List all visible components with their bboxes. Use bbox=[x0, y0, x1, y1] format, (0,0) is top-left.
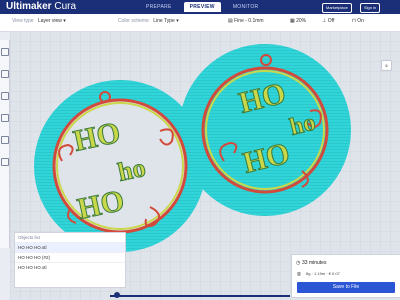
objects-list-panel: Objects list HO HO HO.stl HO HO HO (#2) … bbox=[14, 232, 126, 288]
job-summary-panel: ◷ 33 minutes ▥ 8g · 1.19m · € 0.07 Save … bbox=[291, 254, 400, 298]
view-type-selector[interactable]: View type Layer view ▾ bbox=[12, 18, 66, 24]
list-item[interactable]: HO HO HO.stl bbox=[15, 262, 125, 272]
left-ornament: HO ho HO bbox=[34, 80, 206, 252]
print-profile[interactable]: ▤ Fine - 0.1mm bbox=[228, 18, 264, 24]
list-item[interactable]: HO HO HO (#2) bbox=[15, 252, 125, 262]
layer-slider-top[interactable]: 6 bbox=[381, 60, 392, 71]
right-ornament-shell bbox=[179, 44, 351, 216]
color-scheme-selector[interactable]: Color scheme Line Type ▾ bbox=[118, 18, 179, 24]
objects-list-header[interactable]: Objects list bbox=[15, 233, 125, 242]
support-icon: ⊥ bbox=[322, 18, 327, 24]
adhesion-icon: ⊓ bbox=[352, 18, 356, 24]
support-blocker-icon[interactable] bbox=[0, 158, 9, 166]
simulation-slider-handle[interactable] bbox=[114, 292, 120, 298]
clock-icon: ◷ bbox=[296, 260, 301, 266]
print-time: 33 minutes bbox=[302, 260, 327, 266]
mirror-tool-icon[interactable] bbox=[0, 114, 9, 122]
tab-monitor[interactable]: MONITOR bbox=[227, 2, 265, 12]
signin-button[interactable]: Sign in bbox=[360, 3, 381, 13]
per-model-settings-icon[interactable] bbox=[0, 136, 9, 144]
move-tool-icon[interactable] bbox=[0, 48, 9, 56]
scale-tool-icon[interactable] bbox=[0, 70, 9, 78]
marketplace-button[interactable]: Marketplace bbox=[322, 3, 352, 13]
profile-icon: ▤ bbox=[228, 18, 233, 24]
right-ornament: HO ho HO bbox=[179, 44, 351, 216]
top-bar: Ultimaker Cura PREPARE PREVIEW MONITOR M… bbox=[0, 0, 400, 14]
stage-tabs: PREPARE PREVIEW MONITOR bbox=[140, 2, 264, 12]
rotate-tool-icon[interactable] bbox=[0, 92, 9, 100]
infill-setting[interactable]: ▦ 20% bbox=[290, 18, 306, 24]
material-icon: ▥ bbox=[297, 271, 301, 276]
adhesion-setting[interactable]: ⊓ On bbox=[352, 18, 364, 24]
app-brand: Ultimaker Cura bbox=[6, 1, 77, 12]
tab-preview[interactable]: PREVIEW bbox=[183, 2, 221, 12]
infill-icon: ▦ bbox=[290, 18, 295, 24]
material-estimate: 8g · 1.19m · € 0.07 bbox=[306, 271, 340, 276]
support-setting[interactable]: ⊥ Off bbox=[322, 18, 334, 24]
tab-prepare[interactable]: PREPARE bbox=[140, 2, 178, 12]
simulation-slider-track[interactable] bbox=[110, 295, 290, 297]
save-to-file-button[interactable]: Save to File bbox=[297, 282, 395, 293]
left-toolbar bbox=[0, 40, 10, 248]
list-item[interactable]: HO HO HO.stl bbox=[15, 242, 125, 252]
view-settings-bar: View type Layer view ▾ Color scheme Line… bbox=[0, 14, 400, 32]
